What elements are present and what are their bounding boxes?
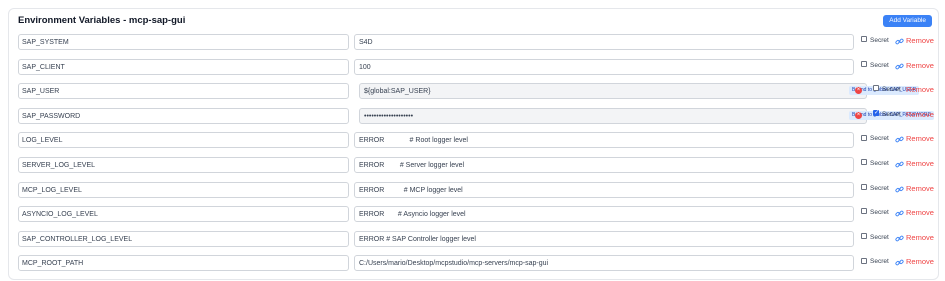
secret-checkbox[interactable]: Secret: [873, 85, 901, 94]
variable-value-input[interactable]: S4D: [354, 34, 854, 50]
variable-value-input[interactable]: ERROR # Root logger level: [354, 132, 854, 149]
variable-row: SAP_CONTROLLER_LOG_LEVEL ERROR # SAP Cont…: [9, 230, 938, 249]
checkbox-icon[interactable]: [861, 36, 867, 43]
link-icon[interactable]: [895, 234, 904, 243]
checkbox-icon[interactable]: [861, 134, 867, 141]
variable-name-input[interactable]: SAP_SYSTEM: [18, 34, 349, 50]
variable-name-input[interactable]: SAP_CLIENT: [18, 58, 349, 75]
remove-button[interactable]: Remove: [906, 61, 934, 70]
link-icon[interactable]: [895, 135, 904, 144]
secret-checkbox[interactable]: Secret: [861, 159, 889, 167]
variable-value-input[interactable]: ${global:SAP_USER}: [359, 83, 867, 100]
secret-label: Secret: [882, 110, 901, 118]
variable-row: MCP_ROOT_PATH C:/Users/mario/Desktop/mcps…: [9, 255, 938, 273]
variable-row: SAP_USER ${global:SAP_USER} Bound to globa…: [9, 83, 938, 101]
variable-value-input[interactable]: C:/Users/mario/Desktop/mcpstudio/mcp-ser…: [354, 255, 854, 272]
variable-value-input[interactable]: 100: [354, 58, 854, 75]
clear-binding-icon[interactable]: ×: [855, 111, 862, 119]
remove-button[interactable]: Remove: [906, 257, 934, 266]
variable-value-input[interactable]: ••••••••••••••••••••: [359, 107, 867, 124]
variable-value-input[interactable]: ERROR # Server logger level: [354, 157, 854, 173]
secret-checkbox[interactable]: Secret: [861, 257, 889, 266]
secret-checkbox[interactable]: Secret: [861, 134, 889, 143]
checkbox-icon[interactable]: [861, 233, 867, 240]
link-icon[interactable]: [895, 185, 904, 194]
link-icon[interactable]: [895, 62, 904, 71]
secret-checkbox[interactable]: Secret: [861, 233, 889, 241]
link-icon[interactable]: [895, 160, 904, 169]
secret-label: Secret: [870, 160, 889, 167]
variable-value-input[interactable]: ERROR # MCP logger level: [354, 181, 854, 198]
env-variables-panel: Environment Variables - mcp-sap-gui Add …: [8, 8, 939, 280]
secret-checkbox[interactable]: Secret: [861, 183, 889, 192]
variable-name-input[interactable]: SAP_PASSWORD: [18, 107, 349, 124]
variable-name-input[interactable]: SAP_CONTROLLER_LOG_LEVEL: [18, 230, 349, 247]
secret-checkbox[interactable]: Secret: [861, 208, 889, 217]
variable-row: SAP_SYSTEM S4D Secret Remove: [9, 34, 938, 52]
remove-button[interactable]: Remove: [906, 233, 934, 242]
variable-name-input[interactable]: MCP_ROOT_PATH: [18, 255, 349, 272]
remove-button[interactable]: Remove: [906, 36, 934, 45]
secret-label: Secret: [870, 184, 889, 192]
variable-row: LOG_LEVEL ERROR # Root logger level Secret…: [9, 132, 938, 150]
remove-button[interactable]: Remove: [906, 134, 934, 143]
variable-row: ASYNCIO_LOG_LEVEL ERROR # Asyncio logger …: [9, 206, 938, 224]
secret-label: Secret: [870, 209, 889, 217]
remove-button[interactable]: Remove: [906, 110, 934, 119]
checkbox-icon[interactable]: [861, 257, 867, 264]
variable-name-input[interactable]: SAP_USER: [18, 83, 349, 100]
secret-label: Secret: [870, 37, 889, 44]
secret-label: Secret: [870, 135, 889, 143]
variable-row: SAP_CLIENT 100 Secret Remove: [9, 58, 938, 77]
remove-button[interactable]: Remove: [906, 208, 934, 217]
remove-button[interactable]: Remove: [906, 159, 934, 168]
remove-button[interactable]: Remove: [906, 85, 934, 94]
secret-label: Secret: [882, 86, 901, 94]
checkbox-icon[interactable]: [861, 60, 867, 67]
panel-title: Environment Variables - mcp-sap-gui: [18, 15, 186, 26]
secret-checkbox[interactable]: Secret: [861, 60, 889, 69]
checkbox-icon[interactable]: [861, 159, 867, 166]
checkbox-icon[interactable]: [873, 85, 879, 92]
checkbox-icon[interactable]: [873, 109, 879, 117]
add-variable-button[interactable]: Add Variable: [883, 15, 932, 27]
secret-label: Secret: [870, 61, 889, 69]
variable-row: SERVER_LOG_LEVEL ERROR # Server logger le…: [9, 157, 938, 175]
link-icon[interactable]: [895, 258, 904, 267]
remove-button[interactable]: Remove: [906, 184, 934, 193]
variable-name-input[interactable]: ASYNCIO_LOG_LEVEL: [18, 206, 349, 223]
variable-name-input[interactable]: LOG_LEVEL: [18, 132, 349, 149]
checkbox-icon[interactable]: [861, 183, 867, 190]
checkbox-icon[interactable]: [861, 208, 867, 215]
variable-value-input[interactable]: ERROR # SAP Controller logger level: [354, 230, 854, 247]
secret-checkbox[interactable]: Secret: [861, 36, 889, 44]
secret-label: Secret: [870, 258, 889, 266]
variable-row: SAP_PASSWORD •••••••••••••••••••• Bound to…: [9, 107, 938, 126]
secret-checkbox[interactable]: Secret: [873, 109, 901, 118]
variable-name-input[interactable]: MCP_LOG_LEVEL: [18, 181, 349, 198]
variable-row: MCP_LOG_LEVEL ERROR # MCP logger level Sec…: [9, 181, 938, 200]
secret-label: Secret: [870, 233, 889, 241]
variable-name-input[interactable]: SERVER_LOG_LEVEL: [18, 157, 349, 173]
variable-value-input[interactable]: ERROR # Asyncio logger level: [354, 206, 854, 223]
link-icon[interactable]: [895, 37, 904, 46]
link-icon[interactable]: [895, 209, 904, 218]
